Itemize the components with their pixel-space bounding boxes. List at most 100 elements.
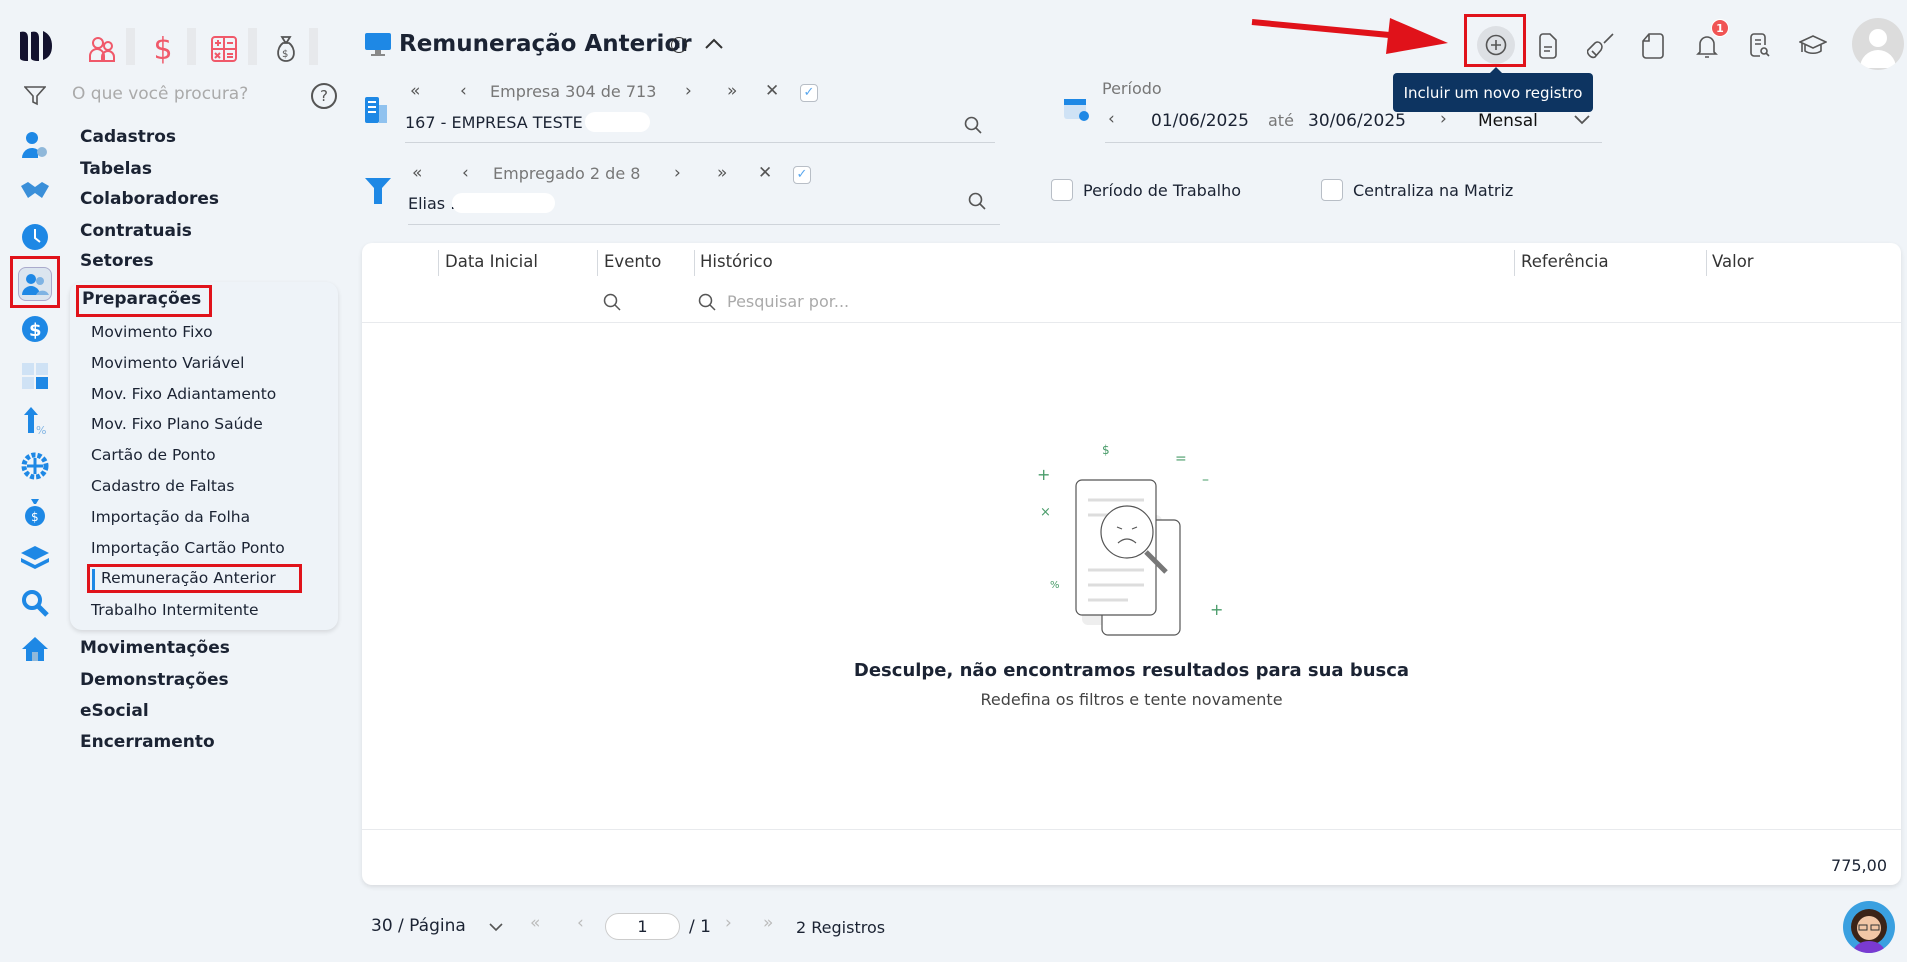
app-logo (20, 30, 52, 61)
rate-increase-icon[interactable]: % (20, 406, 50, 436)
page-size-select[interactable]: 30 / Página (371, 916, 466, 936)
clear-empregado-button[interactable]: ✕ (758, 163, 772, 183)
menu-contratuais[interactable]: Contratuais (80, 221, 192, 241)
document-icon[interactable] (1530, 28, 1566, 64)
menu-cadastros[interactable]: Cadastros (80, 127, 176, 147)
calculator-icon[interactable] (208, 33, 240, 65)
report-search-icon[interactable] (1742, 28, 1778, 64)
next-page-button[interactable]: › (725, 913, 732, 933)
first-page-button[interactable]: « (530, 913, 540, 933)
help-icon[interactable]: ? (311, 83, 337, 109)
submenu-movimento-fixo[interactable]: Movimento Fixo (91, 323, 213, 341)
menu-tabelas[interactable]: Tabelas (80, 159, 152, 179)
submenu-trabalho-intermitente[interactable]: Trabalho Intermitente (91, 601, 259, 619)
search-icon[interactable] (966, 190, 988, 212)
search-icon[interactable] (20, 588, 50, 618)
svg-text:$: $ (31, 510, 39, 524)
column-referencia[interactable]: Referência (1521, 252, 1609, 271)
empty-subtitle: Redefina os filtros e tente novamente (980, 690, 1283, 709)
gear-icon[interactable] (20, 451, 50, 481)
user-avatar[interactable] (1852, 18, 1904, 70)
prev-period-button[interactable]: ‹ (1108, 109, 1115, 129)
svg-text:%: % (1050, 580, 1060, 591)
prev-empregado-button[interactable]: ‹ (462, 163, 469, 183)
submenu-mov-fixo-plano-saude[interactable]: Mov. Fixo Plano Saúde (91, 415, 263, 433)
people-icon[interactable] (86, 33, 118, 65)
dollar-circle-icon[interactable]: $ (20, 314, 50, 344)
column-data-inicial[interactable]: Data Inicial (445, 252, 538, 271)
money-bag-icon[interactable]: $ (20, 497, 50, 527)
submenu-cartao-ponto[interactable]: Cartão de Ponto (91, 446, 216, 464)
end-date-field[interactable]: 30/06/2025 (1308, 111, 1406, 131)
chevron-up-icon[interactable] (702, 32, 726, 56)
first-empregado-button[interactable]: « (412, 163, 422, 183)
column-historico[interactable]: Histórico (700, 252, 773, 271)
chevron-down-icon[interactable] (487, 920, 505, 934)
layers-icon[interactable] (20, 543, 50, 573)
building-icon (365, 97, 387, 127)
page-input[interactable]: 1 (605, 913, 680, 940)
notification-badge: 1 (1711, 19, 1729, 37)
money-bag-icon[interactable]: $ (270, 33, 302, 65)
empresa-field[interactable]: 167 - EMPRESA TESTE . (405, 113, 593, 132)
graduation-cap-icon[interactable] (1795, 28, 1831, 64)
prev-page-button[interactable]: ‹ (577, 913, 584, 933)
empregado-field[interactable]: Elias . (408, 194, 455, 213)
clock-icon[interactable] (20, 222, 50, 252)
menu-demonstracoes[interactable]: Demonstrações (80, 670, 229, 690)
svg-text:$: $ (282, 49, 288, 60)
menu-esocial[interactable]: eSocial (80, 701, 149, 721)
redaction (585, 112, 650, 132)
column-evento[interactable]: Evento (604, 252, 661, 271)
svg-text:×: × (1040, 505, 1051, 520)
periodo-trabalho-checkbox[interactable] (1051, 179, 1073, 201)
submenu-mov-fixo-adiantamento[interactable]: Mov. Fixo Adiantamento (91, 385, 276, 403)
divider (126, 28, 135, 65)
column-valor[interactable]: Valor (1712, 252, 1754, 271)
empty-title: Desculpe, não encontramos resultados par… (853, 660, 1410, 681)
menu-movimentacoes[interactable]: Movimentações (80, 638, 230, 658)
broom-icon[interactable] (1583, 28, 1619, 64)
menu-encerramento[interactable]: Encerramento (80, 732, 215, 752)
search-input[interactable]: O que você procura? (72, 84, 248, 104)
first-empresa-button[interactable]: « (410, 81, 420, 101)
svg-text:=: = (1175, 451, 1187, 467)
assistant-avatar[interactable] (1843, 901, 1895, 953)
calculator-icon[interactable] (20, 361, 50, 391)
last-page-button[interactable]: » (763, 913, 773, 933)
clear-empresa-button[interactable]: ✕ (765, 81, 779, 101)
last-empresa-button[interactable]: » (727, 81, 737, 101)
menu-setores[interactable]: Setores (80, 251, 154, 271)
empresa-checkbox[interactable]: ✓ (800, 84, 818, 102)
submenu-importacao-folha[interactable]: Importação da Folha (91, 508, 250, 526)
submenu-cadastro-faltas[interactable]: Cadastro de Faltas (91, 477, 235, 495)
historico-search-input[interactable]: Pesquisar por... (727, 292, 849, 311)
copy-icon[interactable] (1635, 28, 1671, 64)
submenu-movimento-variavel[interactable]: Movimento Variável (91, 354, 244, 372)
empty-illustration: + $ = – ×% + (1030, 440, 1230, 644)
last-empregado-button[interactable]: » (717, 163, 727, 183)
period-mode-select[interactable]: Mensal (1478, 111, 1538, 131)
chevron-down-icon[interactable] (1572, 112, 1592, 128)
prev-empresa-button[interactable]: ‹ (460, 81, 467, 101)
arrow-annotation (1250, 10, 1450, 59)
dollar-icon[interactable]: $ (147, 32, 179, 67)
empregado-checkbox[interactable]: ✓ (793, 166, 811, 184)
next-empregado-button[interactable]: › (674, 163, 681, 183)
handshake-icon[interactable] (20, 176, 50, 206)
user-settings-icon[interactable] (20, 130, 50, 160)
centraliza-checkbox[interactable] (1321, 179, 1343, 201)
centraliza-label: Centraliza na Matriz (1353, 181, 1514, 200)
monitor-icon (365, 33, 391, 61)
menu-colaboradores[interactable]: Colaboradores (80, 189, 219, 209)
search-icon[interactable] (602, 292, 622, 312)
submenu-importacao-cartao-ponto[interactable]: Importação Cartão Ponto (91, 539, 285, 557)
start-date-field[interactable]: 01/06/2025 (1151, 111, 1249, 131)
home-icon[interactable] (20, 634, 50, 664)
next-period-button[interactable]: › (1440, 109, 1447, 129)
filter-icon[interactable] (22, 83, 48, 109)
svg-text:–: – (1202, 472, 1209, 488)
next-empresa-button[interactable]: › (685, 81, 692, 101)
search-icon[interactable] (962, 114, 984, 136)
info-icon[interactable]: i (671, 37, 687, 53)
